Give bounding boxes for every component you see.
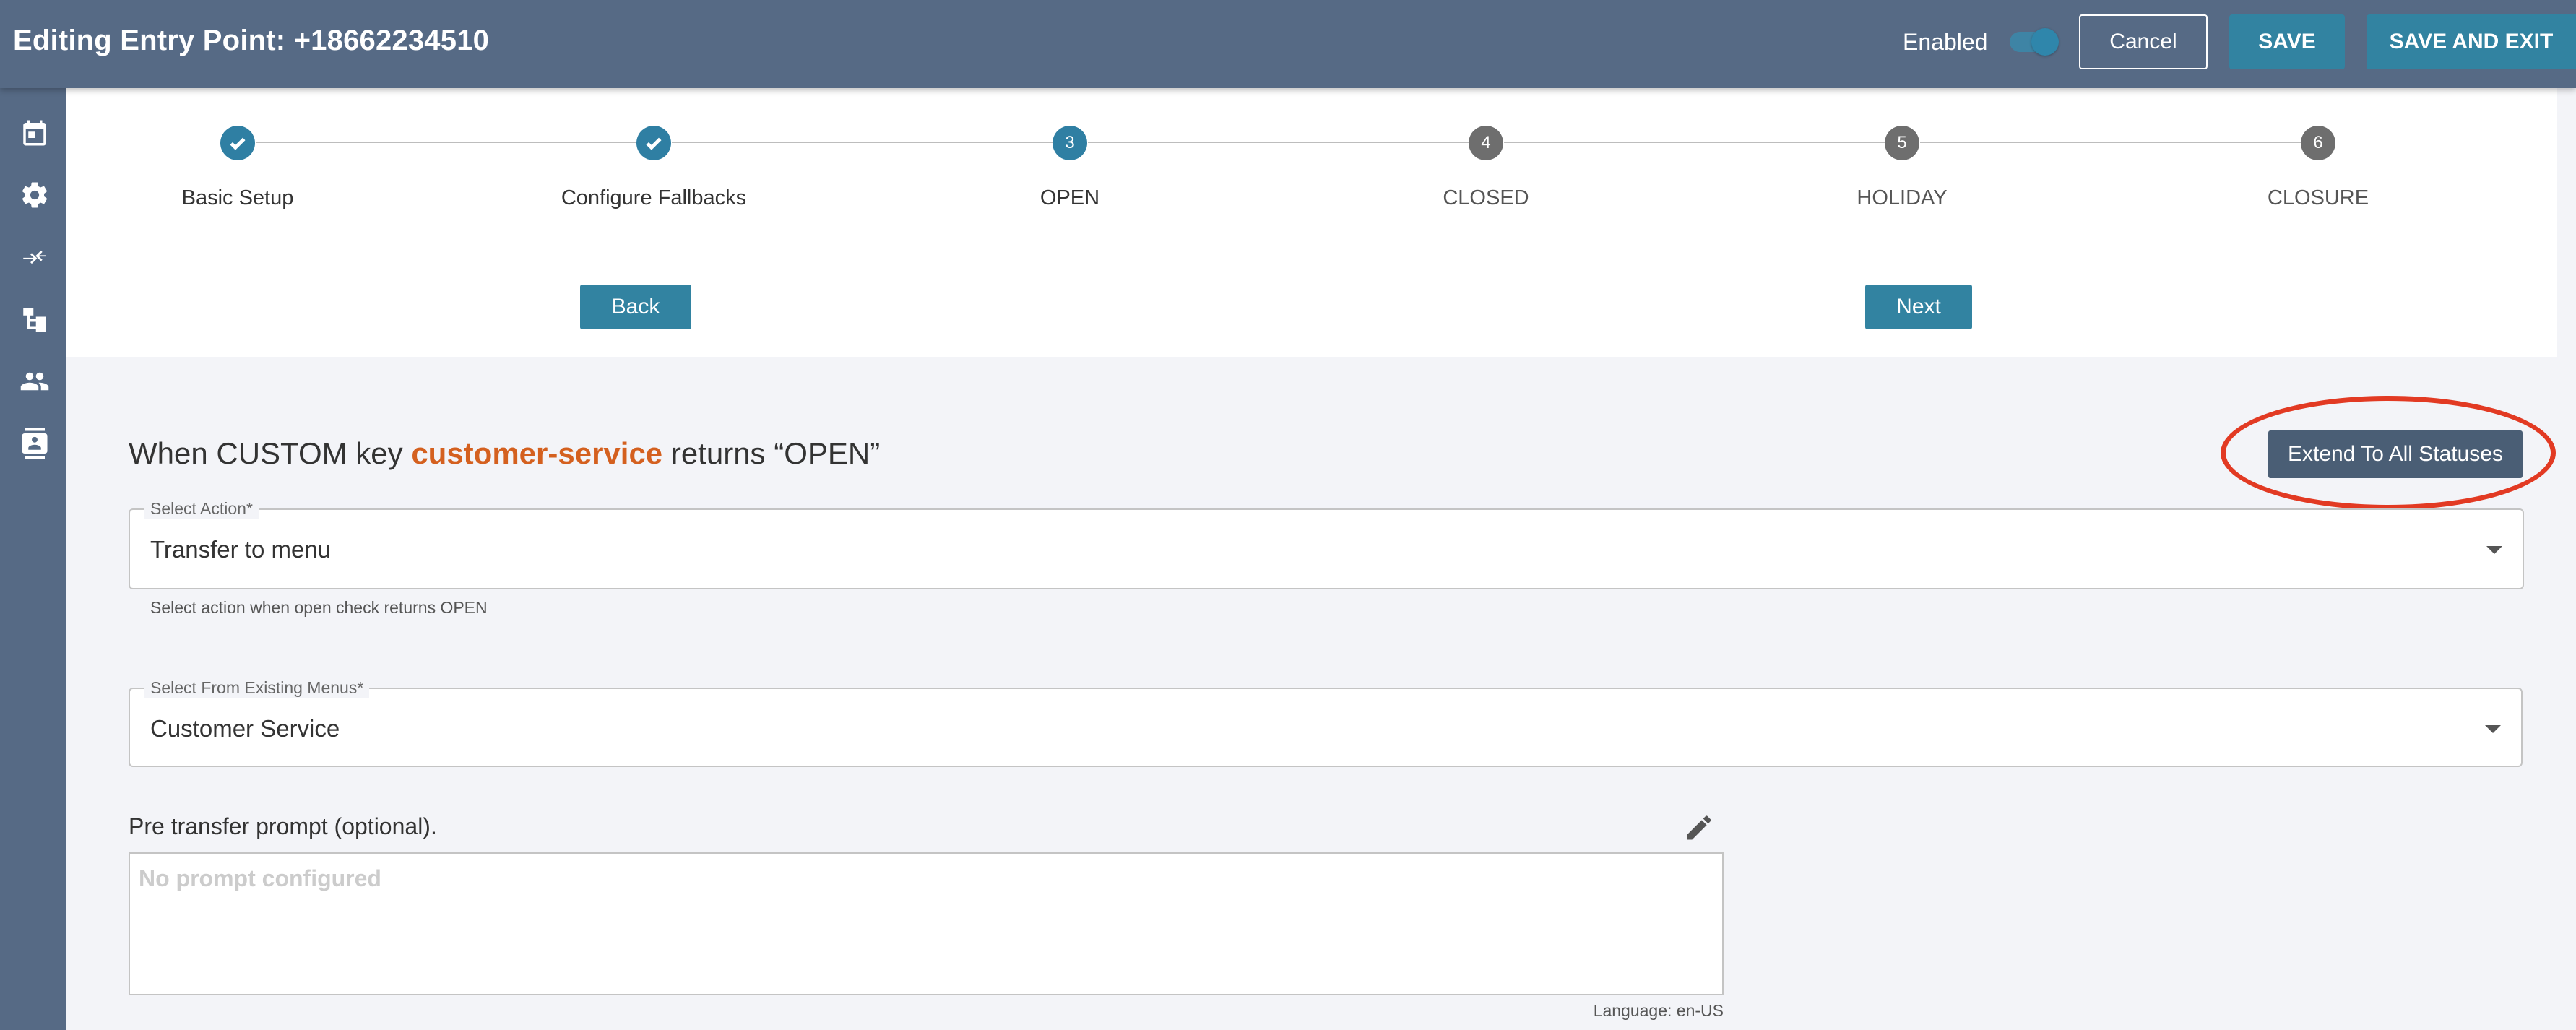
section-heading: When CUSTOM key customer-service returns… <box>129 436 880 471</box>
dropdown-arrow-icon[interactable] <box>2486 546 2502 554</box>
people-icon[interactable] <box>19 365 51 397</box>
enabled-toggle[interactable] <box>2010 28 2059 56</box>
pre-transfer-prompt-textarea[interactable] <box>129 852 1724 995</box>
select-action-value: Transfer to menu <box>150 536 332 563</box>
next-button[interactable]: Next <box>1865 285 1972 329</box>
heading-suffix: returns “OPEN” <box>662 436 881 470</box>
contact-card-icon[interactable] <box>19 428 51 459</box>
step-connector <box>1088 142 1471 143</box>
toggle-knob[interactable] <box>2031 28 2059 56</box>
step-6-number[interactable]: 6 <box>2301 126 2335 160</box>
page-title: Editing Entry Point: +18662234510 <box>13 25 490 56</box>
step-4-number[interactable]: 4 <box>1469 126 1503 160</box>
pre-transfer-prompt-label: Pre transfer prompt (optional). <box>129 813 437 839</box>
select-menu-dropdown[interactable]: Select From Existing Menus* Customer Ser… <box>129 678 2523 767</box>
prompt-language-label: Language: en-US <box>1593 1001 1724 1020</box>
select-action-helper: Select action when open check returns OP… <box>150 598 488 617</box>
step-6-label: CLOSURE <box>2267 186 2369 209</box>
custom-key-name: customer-service <box>411 436 663 470</box>
step-2-label: Configure Fallbacks <box>561 186 747 209</box>
hierarchy-icon[interactable] <box>19 303 51 335</box>
enabled-label: Enabled <box>1903 29 1988 55</box>
gear-icon[interactable] <box>19 179 51 211</box>
transfer-arrows-icon[interactable] <box>19 241 51 273</box>
back-button[interactable]: Back <box>580 285 691 329</box>
step-1-check-icon[interactable] <box>220 126 255 160</box>
select-menu-value: Customer Service <box>150 715 340 742</box>
highlight-annotation <box>2221 396 2556 510</box>
select-action-label: Select Action* <box>144 498 259 519</box>
top-header: Editing Entry Point: +18662234510 Enable… <box>0 0 2576 88</box>
save-button[interactable]: SAVE <box>2229 14 2345 69</box>
step-connector <box>672 142 1055 143</box>
edit-pencil-icon[interactable] <box>1683 812 1715 844</box>
step-4-label: CLOSED <box>1443 186 1529 209</box>
save-and-exit-button[interactable]: SAVE AND EXIT <box>2367 14 2576 69</box>
stepper-panel <box>66 88 2557 357</box>
step-connector <box>256 142 639 143</box>
step-connector <box>1920 142 2303 143</box>
step-3-label: OPEN <box>1040 186 1100 209</box>
step-1-label: Basic Setup <box>181 186 294 209</box>
step-3-number[interactable]: 3 <box>1053 126 1087 160</box>
heading-prefix: When CUSTOM key <box>129 436 412 470</box>
step-5-number[interactable]: 5 <box>1885 126 1919 160</box>
step-2-check-icon[interactable] <box>636 126 671 160</box>
cancel-button[interactable]: Cancel <box>2079 14 2208 69</box>
select-menu-label: Select From Existing Menus* <box>144 678 370 698</box>
calendar-icon[interactable] <box>19 117 51 149</box>
sidebar <box>0 88 66 1030</box>
dropdown-arrow-icon[interactable] <box>2485 725 2501 733</box>
step-connector <box>1504 142 1887 143</box>
select-action-dropdown[interactable]: Select Action* Transfer to menu <box>129 498 2524 589</box>
step-5-label: HOLIDAY <box>1857 186 1948 209</box>
